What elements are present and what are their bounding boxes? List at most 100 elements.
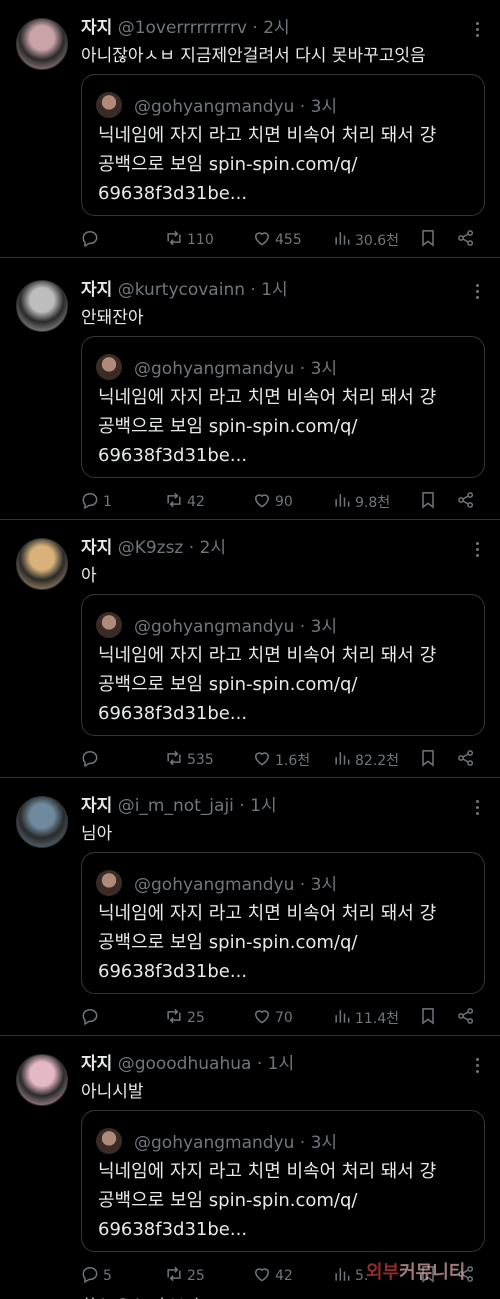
share-button[interactable] bbox=[456, 228, 476, 252]
action-bar: 535 1.6천 82.2천 bbox=[80, 746, 480, 772]
quoted-text-line: 공백으로 보임 spin-spin.com/q/ bbox=[98, 416, 358, 437]
retweet-icon bbox=[164, 490, 184, 514]
user-handle[interactable]: @1overrrrrrrrrv bbox=[118, 18, 247, 38]
avatar[interactable] bbox=[16, 796, 68, 848]
views-icon bbox=[332, 228, 352, 252]
more-options-icon[interactable] bbox=[474, 540, 480, 560]
heart-icon bbox=[252, 1264, 272, 1288]
views-icon bbox=[332, 1006, 352, 1030]
retweet-icon bbox=[164, 748, 184, 772]
quoted-text-line: 공백으로 보임 spin-spin.com/q/ bbox=[98, 674, 358, 695]
quoted-text-line: 69638f3d31be... bbox=[98, 703, 248, 724]
like-count: 90 bbox=[275, 494, 293, 510]
retweet-button[interactable]: 110 bbox=[164, 228, 214, 252]
tweet[interactable]: 자지 @K9zsz · 2시 아 @gohyangmandyu · 3시 닉네임… bbox=[0, 520, 500, 778]
avatar[interactable] bbox=[16, 280, 68, 332]
like-button[interactable]: 42 bbox=[252, 1264, 293, 1288]
like-button[interactable]: 70 bbox=[252, 1006, 293, 1030]
quoted-handle: @gohyangmandyu bbox=[134, 97, 295, 117]
more-options-icon[interactable] bbox=[474, 1056, 480, 1076]
display-name[interactable]: 자지 bbox=[81, 18, 112, 38]
user-handle[interactable]: @kurtycovainn bbox=[118, 280, 245, 300]
avatar[interactable] bbox=[16, 538, 68, 590]
avatar[interactable] bbox=[16, 18, 68, 70]
tweet[interactable]: 자지 @gooodhuahua · 1시 아니시발 @gohyangmandyu… bbox=[0, 1036, 500, 1294]
more-options-icon[interactable] bbox=[474, 798, 480, 818]
views-icon bbox=[332, 490, 352, 514]
bookmark-button[interactable] bbox=[418, 1006, 438, 1030]
tweet-text: 안돼잔아 bbox=[81, 308, 144, 328]
reply-button[interactable]: 5 bbox=[80, 1264, 112, 1288]
quoted-tweet[interactable]: @gohyangmandyu · 3시 닉네임에 자지 라고 치면 비속어 처리… bbox=[81, 594, 485, 736]
action-bar: 25 70 11.4천 bbox=[80, 1004, 480, 1030]
retweet-count: 25 bbox=[187, 1268, 205, 1284]
retweet-icon bbox=[164, 1264, 184, 1288]
quoted-tweet[interactable]: @gohyangmandyu · 3시 닉네임에 자지 라고 치면 비속어 처리… bbox=[81, 852, 485, 994]
user-handle[interactable]: @K9zsz bbox=[118, 538, 184, 558]
views-button[interactable]: 30.6천 bbox=[332, 228, 399, 252]
display-name[interactable]: 자지 bbox=[81, 538, 112, 558]
share-icon bbox=[456, 228, 476, 252]
reply-button[interactable] bbox=[80, 1006, 103, 1030]
share-button[interactable] bbox=[456, 1006, 476, 1030]
views-button[interactable]: 9.8천 bbox=[332, 490, 390, 514]
view-count: 82.2천 bbox=[355, 753, 400, 769]
retweet-button[interactable]: 42 bbox=[164, 490, 205, 514]
quoted-text-line: 공백으로 보임 spin-spin.com/q/ bbox=[98, 154, 358, 175]
quoted-timestamp: 3시 bbox=[310, 359, 338, 379]
quoted-text-line: 69638f3d31be... bbox=[98, 961, 248, 982]
retweet-button[interactable]: 25 bbox=[164, 1006, 205, 1030]
quoted-handle: @gohyangmandyu bbox=[134, 1133, 295, 1153]
quoted-tweet[interactable]: @gohyangmandyu · 3시 닉네임에 자지 라고 치면 비속어 처리… bbox=[81, 1110, 485, 1252]
quoted-text-line: 닉네임에 자지 라고 치면 비속어 처리 돼서 걍 bbox=[98, 125, 437, 146]
timestamp[interactable]: 1시 bbox=[268, 1054, 294, 1074]
quoted-timestamp: 3시 bbox=[310, 97, 338, 117]
like-button[interactable]: 90 bbox=[252, 490, 293, 514]
action-bar: 1 42 90 9.8천 bbox=[80, 488, 480, 514]
retweet-count: 110 bbox=[187, 232, 214, 248]
like-button[interactable]: 1.6천 bbox=[252, 748, 310, 772]
avatar[interactable] bbox=[16, 1054, 68, 1106]
display-name[interactable]: 자지 bbox=[81, 1054, 112, 1074]
reply-button[interactable]: 1 bbox=[80, 490, 112, 514]
views-button[interactable]: 11.4천 bbox=[332, 1006, 399, 1030]
more-options-icon[interactable] bbox=[474, 20, 480, 40]
quoted-text: 닉네임에 자지 라고 치면 비속어 처리 돼서 걍 공백으로 보임 spin-s… bbox=[98, 1157, 474, 1244]
quoted-tweet[interactable]: @gohyangmandyu · 3시 닉네임에 자지 라고 치면 비속어 처리… bbox=[81, 336, 485, 478]
timestamp[interactable]: 1시 bbox=[250, 796, 276, 816]
like-button[interactable]: 455 bbox=[252, 228, 302, 252]
reply-button[interactable] bbox=[80, 748, 103, 772]
share-button[interactable] bbox=[456, 748, 476, 772]
timeline-feed: 자지 @1overrrrrrrrrv · 2시 아니잖아ㅅㅂ 지금제안걸려서 다… bbox=[0, 0, 500, 1299]
share-button[interactable] bbox=[456, 490, 476, 514]
bookmark-button[interactable] bbox=[418, 228, 438, 252]
retweet-button[interactable]: 25 bbox=[164, 1264, 205, 1288]
timestamp[interactable]: 2시 bbox=[263, 18, 289, 38]
user-handle[interactable]: @i_m_not_jaji bbox=[118, 796, 234, 816]
tweet[interactable]: 자지 @i_m_not_jaji · 1시 님아 @gohyangmandyu … bbox=[0, 778, 500, 1036]
tweet[interactable]: 자지 @kurtycovainn · 1시 안돼잔아 @gohyangmandy… bbox=[0, 262, 500, 520]
bookmark-button[interactable] bbox=[418, 748, 438, 772]
quoted-timestamp: 3시 bbox=[310, 1133, 338, 1153]
quoted-header: @gohyangmandyu · 3시 bbox=[134, 92, 337, 117]
views-button[interactable]: 5. bbox=[332, 1264, 368, 1288]
quoted-tweet[interactable]: @gohyangmandyu · 3시 닉네임에 자지 라고 치면 비속어 처리… bbox=[81, 74, 485, 216]
retweet-button[interactable]: 535 bbox=[164, 748, 214, 772]
quoted-text-line: 닉네임에 자지 라고 치면 비속어 처리 돼서 걍 bbox=[98, 645, 437, 666]
tweet-text: 아 bbox=[81, 566, 97, 586]
views-button[interactable]: 82.2천 bbox=[332, 748, 399, 772]
reply-button[interactable] bbox=[80, 228, 103, 252]
timestamp[interactable]: 2시 bbox=[200, 538, 226, 558]
bookmark-button[interactable] bbox=[418, 490, 438, 514]
tweet-header: 자지 @kurtycovainn · 1시 bbox=[81, 278, 460, 302]
display-name[interactable]: 자지 bbox=[81, 796, 112, 816]
more-options-icon[interactable] bbox=[474, 282, 480, 302]
user-handle[interactable]: @gooodhuahua bbox=[118, 1054, 252, 1074]
retweet-icon bbox=[164, 228, 184, 252]
display-name[interactable]: 자지 bbox=[81, 280, 112, 300]
reply-icon bbox=[80, 1264, 100, 1288]
heart-icon bbox=[252, 748, 272, 772]
tweet-header: 자지 @gooodhuahua · 1시 bbox=[81, 1052, 460, 1076]
tweet[interactable]: 자지 @1overrrrrrrrrv · 2시 아니잖아ㅅㅂ 지금제안걸려서 다… bbox=[0, 0, 500, 258]
timestamp[interactable]: 1시 bbox=[261, 280, 287, 300]
